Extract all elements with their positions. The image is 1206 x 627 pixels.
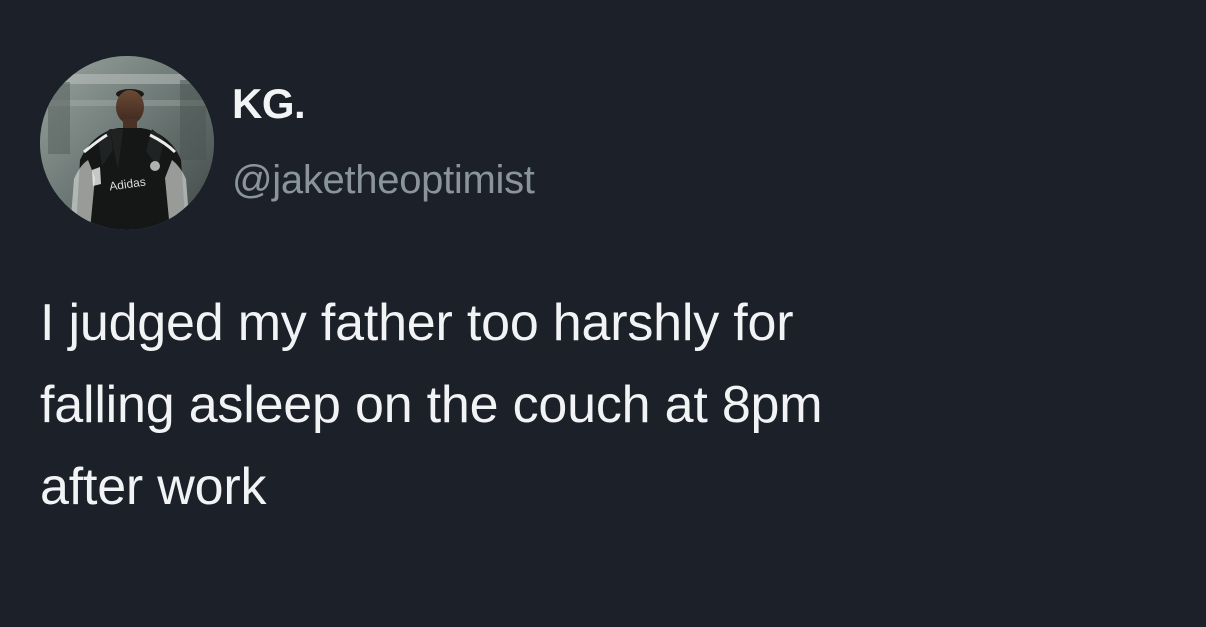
tweet-text: I judged my father too harshly for falli… bbox=[40, 282, 1170, 528]
tweet-card: Adidas KG. @jaketheoptimist I judged my … bbox=[0, 0, 1206, 627]
profile-avatar[interactable]: Adidas bbox=[40, 56, 214, 230]
tweet-line-2: falling asleep on the couch at 8pm bbox=[40, 376, 823, 434]
profile-photo-icon: Adidas bbox=[40, 56, 214, 230]
tweet-line-1: I judged my father too harshly for bbox=[40, 294, 794, 352]
tweet-line-3: after work bbox=[40, 458, 267, 516]
display-name[interactable]: KG. bbox=[232, 80, 306, 128]
user-handle[interactable]: @jaketheoptimist bbox=[232, 158, 535, 203]
